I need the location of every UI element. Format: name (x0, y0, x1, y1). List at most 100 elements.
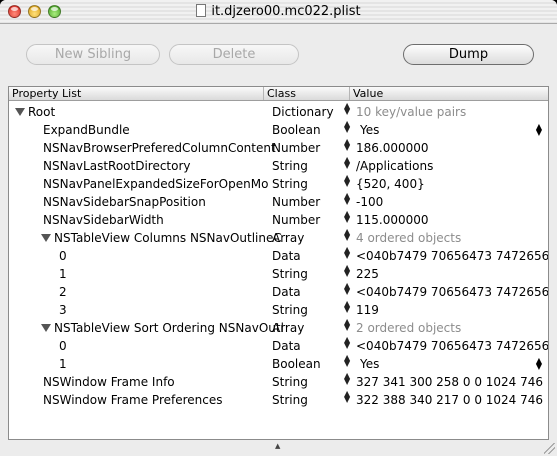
class-cell[interactable]: Boolean (272, 355, 344, 373)
value-cell[interactable]: ▲ ▼ Yes ▲ ▼ (344, 121, 548, 139)
class-cell[interactable]: String (272, 373, 344, 391)
value-cell[interactable]: ▲ ▼ 119 (344, 301, 548, 319)
disclosure-triangle-icon[interactable] (41, 324, 51, 332)
stepper-arrows-icon[interactable]: ▲ ▼ (344, 265, 351, 278)
value-cell[interactable]: ▲ ▼ 115.000000 (344, 211, 548, 229)
table-row[interactable]: 0 Data ▲ ▼ <040b7479 70656473 74726561 6 (9, 337, 548, 355)
property-name-cell[interactable]: NSNavPanelExpandedSizeForOpenMo (9, 175, 295, 193)
stepper-arrows-icon[interactable]: ▲ ▼ (344, 175, 351, 188)
disclosure-triangle-icon[interactable] (15, 108, 25, 116)
property-name-cell[interactable]: NSWindow Frame Info (9, 373, 295, 391)
table-row[interactable]: 0 Data ▲ ▼ <040b7479 70656473 74726561 6 (9, 247, 548, 265)
class-cell[interactable]: Array (272, 319, 344, 337)
column-header-value[interactable]: Value (350, 87, 548, 100)
property-name-cell[interactable]: 2 (9, 283, 311, 301)
property-name-cell[interactable]: NSTableView Sort Ordering NSNavOutl (9, 319, 293, 337)
class-cell[interactable]: Number (272, 211, 344, 229)
title-bar[interactable]: it.djzero00.mc022.plist (0, 0, 557, 24)
value-cell[interactable]: ▲ ▼ 2 ordered objects (344, 319, 548, 337)
stepper-arrows-icon[interactable]: ▲ ▼ (344, 301, 351, 314)
class-cell[interactable]: Dictionary (272, 103, 344, 121)
property-name-cell[interactable]: Root (9, 103, 267, 121)
property-name-cell[interactable]: ExpandBundle (9, 121, 295, 139)
stepper-arrows-icon[interactable]: ▲ ▼ (344, 157, 351, 170)
stepper-arrows-icon[interactable]: ▲ ▼ (344, 391, 351, 404)
document-proxy-icon[interactable] (196, 4, 207, 17)
column-header-property-list[interactable]: Property List (9, 87, 264, 100)
property-name-cell[interactable]: 0 (9, 337, 311, 355)
stepper-arrows-icon[interactable]: ▲ ▼ (344, 373, 351, 386)
column-header-class[interactable]: Class (264, 87, 350, 100)
property-name-cell[interactable]: 1 (9, 265, 311, 283)
table-row[interactable]: NSTableView Sort Ordering NSNavOutl Array… (9, 319, 548, 337)
table-row[interactable]: 3 String ▲ ▼ 119 (9, 301, 548, 319)
stepper-arrows-icon[interactable]: ▲ ▼ (344, 283, 351, 296)
split-handle-icon[interactable]: ▲ (275, 442, 283, 450)
stepper-arrows-icon[interactable]: ▲ ▼ (344, 247, 351, 260)
class-cell[interactable]: Data (272, 337, 344, 355)
value-cell[interactable]: ▲ ▼ /Applications (344, 157, 548, 175)
table-row[interactable]: NSNavBrowserPreferedColumnContent Number ▲… (9, 139, 548, 157)
value-cell[interactable]: ▲ ▼ 225 (344, 265, 548, 283)
property-name-cell[interactable]: NSWindow Frame Preferences (9, 391, 295, 409)
class-cell[interactable]: Number (272, 193, 344, 211)
dump-button[interactable]: Dump (403, 44, 534, 65)
table-row[interactable]: NSWindow Frame Info String ▲ ▼ 327 341 300 2… (9, 373, 548, 391)
value-cell[interactable]: ▲ ▼ 327 341 300 258 0 0 1024 746 (344, 373, 548, 391)
class-cell[interactable]: String (272, 301, 344, 319)
property-name-cell[interactable]: 3 (9, 301, 311, 319)
resize-grip-icon[interactable] (544, 443, 555, 454)
value-cell[interactable]: ▲ ▼ Yes ▲ ▼ (344, 355, 548, 373)
class-cell[interactable]: Array (272, 229, 344, 247)
table-row[interactable]: Root Dictionary ▲ ▼ 10 key/value pairs (9, 103, 548, 121)
table-row[interactable]: 2 Data ▲ ▼ <040b7479 70656473 74726561 6 (9, 283, 548, 301)
table-row[interactable]: 1 Boolean ▲ ▼ Yes ▲ ▼ (9, 355, 548, 373)
disclosure-triangle-icon[interactable] (41, 234, 51, 242)
table-row[interactable]: NSNavSidebarSnapPosition Number ▲ ▼ -100 (9, 193, 548, 211)
value-cell[interactable]: ▲ ▼ 186.000000 (344, 139, 548, 157)
class-cell[interactable]: Boolean (272, 121, 344, 139)
class-cell[interactable]: String (272, 265, 344, 283)
new-sibling-button[interactable]: New Sibling (26, 44, 160, 65)
table-row[interactable]: NSNavPanelExpandedSizeForOpenMo String ▲ ▼ {… (9, 175, 548, 193)
property-name-cell[interactable]: 0 (9, 247, 311, 265)
property-name-cell[interactable]: NSTableView Columns NSNavOutlineC (9, 229, 293, 247)
value-cell[interactable]: ▲ ▼ 4 ordered objects (344, 229, 548, 247)
stepper-arrows-icon[interactable]: ▲ ▼ (344, 103, 351, 116)
property-name-cell[interactable]: 1 (9, 355, 311, 373)
popup-arrows-icon[interactable]: ▲ ▼ (536, 355, 542, 371)
property-list-outline[interactable]: Property List Class Value Root Dictionary… (8, 86, 549, 440)
table-row[interactable]: NSNavLastRootDirectory String ▲ ▼ /Applicati… (9, 157, 548, 175)
value-cell[interactable]: ▲ ▼ 10 key/value pairs (344, 103, 548, 121)
class-cell[interactable]: Number (272, 139, 344, 157)
table-row[interactable]: NSTableView Columns NSNavOutlineC Array ▲ ▼… (9, 229, 548, 247)
popup-arrows-icon[interactable]: ▲ ▼ (536, 121, 542, 137)
value-cell[interactable]: ▲ ▼ <040b7479 70656473 74726561 6 (344, 283, 548, 301)
value-cell[interactable]: ▲ ▼ 322 388 340 217 0 0 1024 746 (344, 391, 548, 409)
class-cell[interactable]: String (272, 175, 344, 193)
stepper-arrows-icon[interactable]: ▲ ▼ (344, 121, 351, 134)
class-cell[interactable]: String (272, 391, 344, 409)
stepper-arrows-icon[interactable]: ▲ ▼ (344, 337, 351, 350)
class-cell[interactable]: String (272, 157, 344, 175)
value-cell[interactable]: ▲ ▼ {520, 400} (344, 175, 548, 193)
property-name-cell[interactable]: NSNavLastRootDirectory (9, 157, 295, 175)
property-name-cell[interactable]: NSNavSidebarWidth (9, 211, 295, 229)
property-name-cell[interactable]: NSNavSidebarSnapPosition (9, 193, 295, 211)
stepper-arrows-icon[interactable]: ▲ ▼ (344, 229, 351, 242)
property-name-cell[interactable]: NSNavBrowserPreferedColumnContent (9, 139, 295, 157)
value-cell[interactable]: ▲ ▼ -100 (344, 193, 548, 211)
stepper-arrows-icon[interactable]: ▲ ▼ (344, 211, 351, 224)
stepper-arrows-icon[interactable]: ▲ ▼ (344, 355, 351, 368)
class-cell[interactable]: Data (272, 247, 344, 265)
table-row[interactable]: ExpandBundle Boolean ▲ ▼ Yes ▲ ▼ (9, 121, 548, 139)
stepper-arrows-icon[interactable]: ▲ ▼ (344, 193, 351, 206)
stepper-arrows-icon[interactable]: ▲ ▼ (344, 319, 351, 332)
value-cell[interactable]: ▲ ▼ <040b7479 70656473 74726561 6 (344, 247, 548, 265)
table-row[interactable]: NSWindow Frame Preferences String ▲ ▼ 322 38… (9, 391, 548, 409)
value-cell[interactable]: ▲ ▼ <040b7479 70656473 74726561 6 (344, 337, 548, 355)
table-row[interactable]: 1 String ▲ ▼ 225 (9, 265, 548, 283)
class-cell[interactable]: Data (272, 283, 344, 301)
stepper-arrows-icon[interactable]: ▲ ▼ (344, 139, 351, 152)
table-row[interactable]: NSNavSidebarWidth Number ▲ ▼ 115.000000 (9, 211, 548, 229)
